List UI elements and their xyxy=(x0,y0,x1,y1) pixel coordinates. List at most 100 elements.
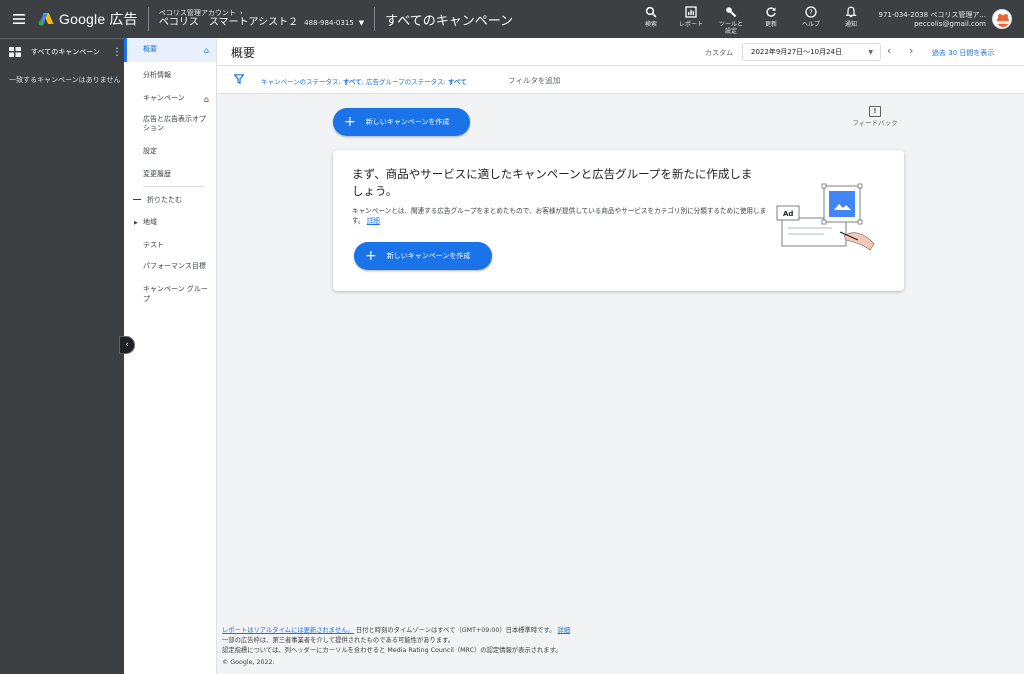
help-button[interactable]: ? ヘルプ xyxy=(796,0,826,38)
search-button[interactable]: 検索 xyxy=(636,0,666,38)
refresh-label: 更新 xyxy=(764,21,777,28)
card-description: キャンペーンとは、関連する広告グループをまとめたもので、お客様が提供している商品… xyxy=(352,206,772,226)
date-range-type: カスタム xyxy=(705,49,733,57)
reports-button[interactable]: レポート xyxy=(676,0,706,38)
refresh-icon xyxy=(764,5,778,19)
feedback-icon: ! xyxy=(869,106,881,117)
nav-item-settings[interactable]: 設定 xyxy=(124,147,216,157)
date-range-value: 2022年9月27日～10月24日 xyxy=(751,48,842,56)
menu-icon[interactable] xyxy=(0,0,38,38)
search-label: 検索 xyxy=(644,21,657,28)
next-period-button[interactable]: › xyxy=(909,44,913,57)
reports-label: レポート xyxy=(678,21,703,28)
search-icon xyxy=(644,5,658,19)
nav-item-label: キャンペーン xyxy=(143,93,185,102)
minus-icon xyxy=(133,199,141,201)
top-actions: 検索 レポート ツールと 設定 更新 ? ヘルプ 通知 xyxy=(636,0,876,38)
divider xyxy=(147,7,149,31)
tools-button[interactable]: ツールと 設定 xyxy=(716,0,746,38)
page-header: 概要 カスタム 2022年9月27日～10月24日 ▼ ‹ › 過去 30 日間… xyxy=(217,38,1024,66)
nav-item-ads-extensions[interactable]: 広告と広告表示オプション xyxy=(124,115,216,135)
bell-icon xyxy=(844,5,858,19)
adgroup-status-label: 広告グループのステータス: xyxy=(366,78,446,86)
notifications-button[interactable]: 通知 xyxy=(836,0,866,38)
user-account-line: 971-034-2038 ペコリス管理ア... xyxy=(878,11,987,19)
nav-item-campaigns[interactable]: キャンペーン ⌂ xyxy=(124,94,216,104)
learn-more-link[interactable]: 詳細 xyxy=(367,217,380,225)
active-filters[interactable]: キャンペーンのステータス: すべて; 広告グループのステータス: すべて xyxy=(261,76,467,86)
realtime-notice-link[interactable]: レポートはリアルタイムには更新されません。 xyxy=(222,627,354,634)
product-name: Google 広告 xyxy=(59,11,138,27)
nav-item-label: 地域 xyxy=(143,217,157,226)
nav-item-insights[interactable]: 分析情報 xyxy=(124,71,216,81)
notifications-label: 通知 xyxy=(844,21,857,28)
campaign-status-label: キャンペーンのステータス: xyxy=(261,78,341,86)
last-30-days-link[interactable]: 過去 30 日間を表示 xyxy=(932,48,994,58)
nav-item-label: テスト xyxy=(143,240,164,249)
home-icon: ⌂ xyxy=(203,94,209,104)
chevron-left-icon: ‹ xyxy=(125,340,129,350)
card-description-text: キャンペーンとは、関連する広告グループをまとめたもので、お客様が提供している商品… xyxy=(352,207,767,226)
filter-bar: キャンペーンのステータス: すべて; 広告グループのステータス: すべて フィル… xyxy=(217,66,1024,94)
new-campaign-label: 新しいキャンペーンを作成 xyxy=(365,118,450,126)
help-icon: ? xyxy=(804,5,818,19)
account-switcher[interactable]: ペコリス管理アカウント › ペコリス スマートアシスト２ 488-984-0315… xyxy=(159,9,364,29)
reports-icon xyxy=(684,5,698,19)
campaign-tree-header[interactable]: すべてのキャンペーン ⋮ xyxy=(0,39,124,65)
add-filter-button[interactable]: フィルタを追加 xyxy=(508,75,560,86)
account-name: ペコリス スマートアシスト２ xyxy=(158,17,299,29)
nav-item-label: 分析情報 xyxy=(143,71,171,79)
grid-icon xyxy=(9,47,21,57)
card-new-campaign-label: 新しいキャンペーンを作成 xyxy=(386,252,471,260)
dropdown-arrow-icon: ▼ xyxy=(868,48,873,56)
nav-item-performance-targets[interactable]: パフォーマンス目標 xyxy=(124,262,216,272)
card-title: まず、商品やサービスに適したキャンペーンと広告グループを新たに作成しましょう。 xyxy=(352,167,753,198)
copyright: © Google, 2022. xyxy=(222,659,275,667)
adgroup-status-value: すべて xyxy=(447,78,467,86)
user-info[interactable]: 971-034-2038 ペコリス管理ア... peccolis@gmail.c… xyxy=(879,11,987,29)
more-vert-icon[interactable]: ⋮ xyxy=(110,47,124,58)
avatar[interactable] xyxy=(992,9,1012,29)
prev-period-button[interactable]: ‹ xyxy=(887,44,891,57)
nav-item-locations[interactable]: ▶ 地域 xyxy=(124,218,216,228)
nav-item-experiments[interactable]: テスト xyxy=(124,241,216,251)
timezone-notice: 日付と時刻のタイムゾーンはすべて（GMT+09:00）日本標準時です。 xyxy=(355,627,556,634)
page-nav: 概要 ⌂ 分析情報 キャンペーン ⌂ 広告と広告表示オプション 設定 変更履歴 … xyxy=(124,38,217,674)
chevron-right-icon: › xyxy=(909,44,914,57)
footer-line-3: 認定指標については、列ヘッダーにカーソルを合わせると Media Rating … xyxy=(222,646,562,654)
nav-item-campaign-groups[interactable]: キャンペーン グループ xyxy=(124,285,216,305)
caret-right-icon: ▶ xyxy=(134,219,138,226)
feedback-label: フィードバック xyxy=(852,119,898,127)
nav-item-change-history[interactable]: 変更履歴 xyxy=(124,170,216,180)
chevron-down-icon: ▼ xyxy=(358,18,365,27)
illus-ad-label: Ad xyxy=(783,210,793,218)
ad-illustration: Ad xyxy=(776,183,875,251)
filter-icon[interactable] xyxy=(234,74,244,84)
divider xyxy=(374,7,376,31)
plus-icon: + xyxy=(344,114,356,130)
date-range-picker[interactable]: 2022年9月27日～10月24日 ▼ xyxy=(742,43,881,61)
campaign-status-value: すべて xyxy=(342,78,362,86)
card-new-campaign-button[interactable]: + 新しいキャンペーンを作成 xyxy=(354,242,492,270)
nav-item-overview[interactable]: 概要 ⌂ xyxy=(124,38,216,62)
refresh-button[interactable]: 更新 xyxy=(756,0,786,38)
nav-item-label: パフォーマンス目標 xyxy=(143,262,206,271)
campaign-tree-panel: すべてのキャンペーン ⋮ 一致するキャンペーンはありません xyxy=(0,38,124,674)
divider xyxy=(143,185,204,187)
google-ads-logo[interactable]: Google 広告 xyxy=(38,9,138,29)
nav-item-label: キャンペーン グループ xyxy=(143,285,208,303)
account-parent[interactable]: ペコリス管理アカウント xyxy=(159,9,236,17)
avatar-icon xyxy=(996,14,1010,27)
footer-line-2: 一部の広告枠は、第三者事業者を介して提供されたものである可能性があります。 xyxy=(222,636,455,644)
getting-started-card: まず、商品やサービスに適したキャンペーンと広告グループを新たに作成しましょう。 … xyxy=(333,150,904,291)
feedback-button[interactable]: ! フィードバック xyxy=(848,106,902,127)
nav-collapse-toggle[interactable]: 折りたたむ xyxy=(124,195,216,205)
new-campaign-button[interactable]: + 新しいキャンペーンを作成 xyxy=(333,108,470,136)
nav-item-label: 設定 xyxy=(143,147,157,156)
chevron-left-icon: ‹ xyxy=(887,44,892,57)
footer-learn-more-link[interactable]: 詳細 xyxy=(557,627,570,634)
google-ads-logo-icon xyxy=(38,13,54,26)
page-title: すべてのキャンペーン xyxy=(385,13,514,29)
empty-message: 一致するキャンペーンはありません xyxy=(9,76,121,84)
nav-collapse-label: 折りたたむ xyxy=(147,195,182,204)
